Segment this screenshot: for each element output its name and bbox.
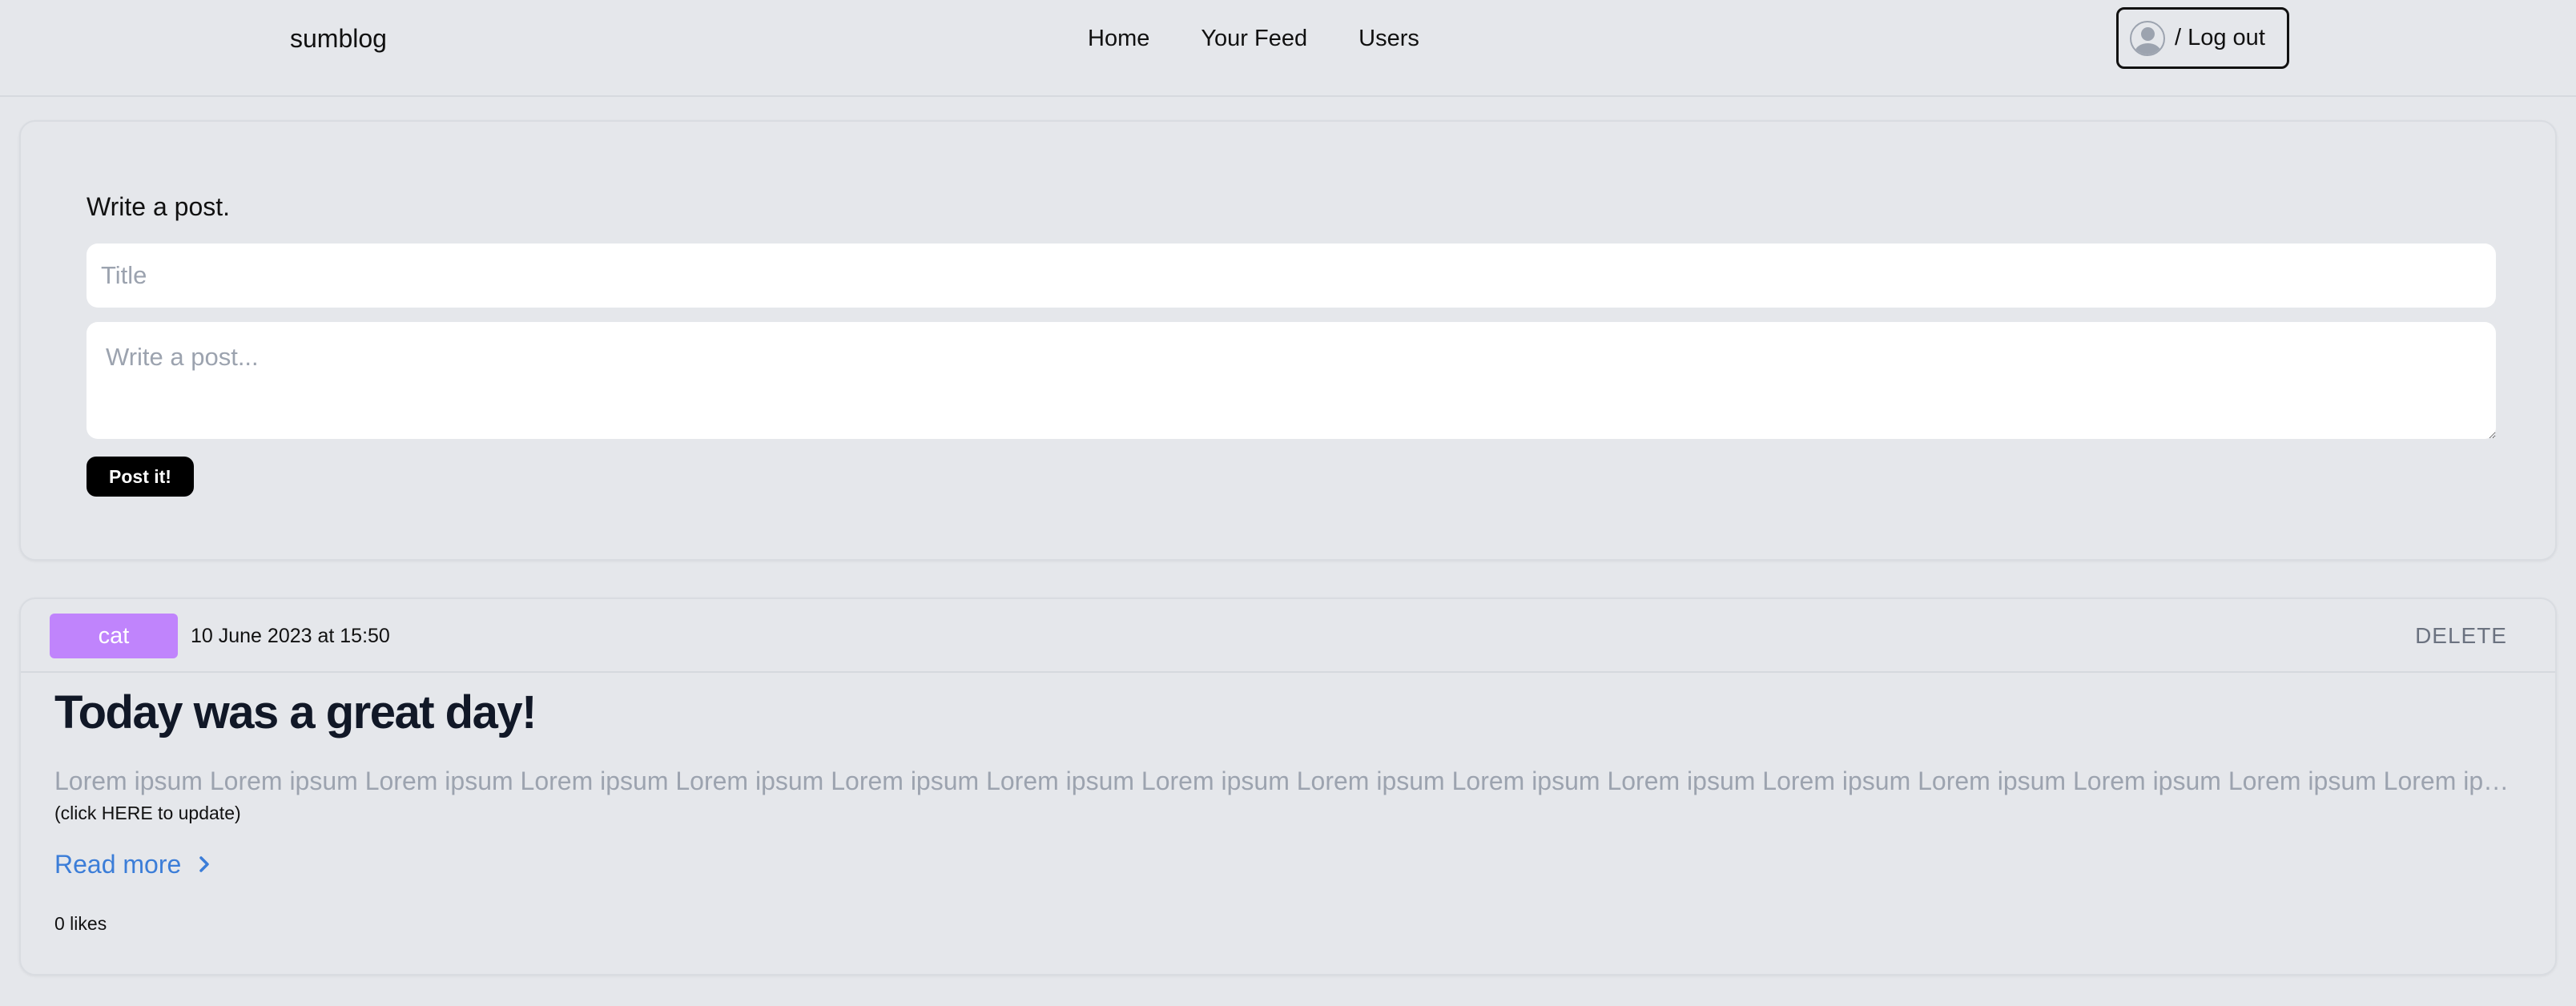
post-date: 10 June 2023 at 15:50 [191,625,390,647]
post-title: Today was a great day! [54,686,537,738]
nav-link-users[interactable]: Users [1358,22,1419,54]
likes-count: 0 likes [54,913,107,934]
user-avatar-icon [2130,20,2165,56]
post-title-input[interactable] [87,243,2496,308]
brand-logo[interactable]: sumblog [290,22,387,54]
logout-label: / Log out [2175,25,2265,50]
nav-link-your-feed[interactable]: Your Feed [1201,22,1307,54]
post-excerpt: Lorem ipsum Lorem ipsum Lorem ipsum Lore… [54,767,2522,795]
post-submit-button[interactable]: Post it! [87,457,194,497]
logout-button[interactable]: / Log out [2116,7,2289,69]
read-more-link[interactable]: Read more [54,847,213,881]
composer-heading: Write a post. [87,192,231,221]
main-nav: Home Your Feed Users [1088,22,1419,54]
read-more-label: Read more [54,850,182,879]
chevron-right-icon [199,856,210,872]
update-post-link[interactable]: (click HERE to update) [54,801,241,825]
nav-link-home[interactable]: Home [1088,22,1149,54]
post-card: cat 10 June 2023 at 15:50 DELETE Today w… [19,598,2557,976]
post-body-textarea[interactable] [87,322,2496,439]
post-card-header: cat 10 June 2023 at 15:50 DELETE [21,599,2555,673]
post-composer-card: Write a post. Post it! [19,120,2557,561]
post-tag-badge[interactable]: cat [50,614,178,658]
delete-post-button[interactable]: DELETE [2415,620,2507,652]
top-navbar: sumblog Home Your Feed Users / Log out [0,0,2576,97]
